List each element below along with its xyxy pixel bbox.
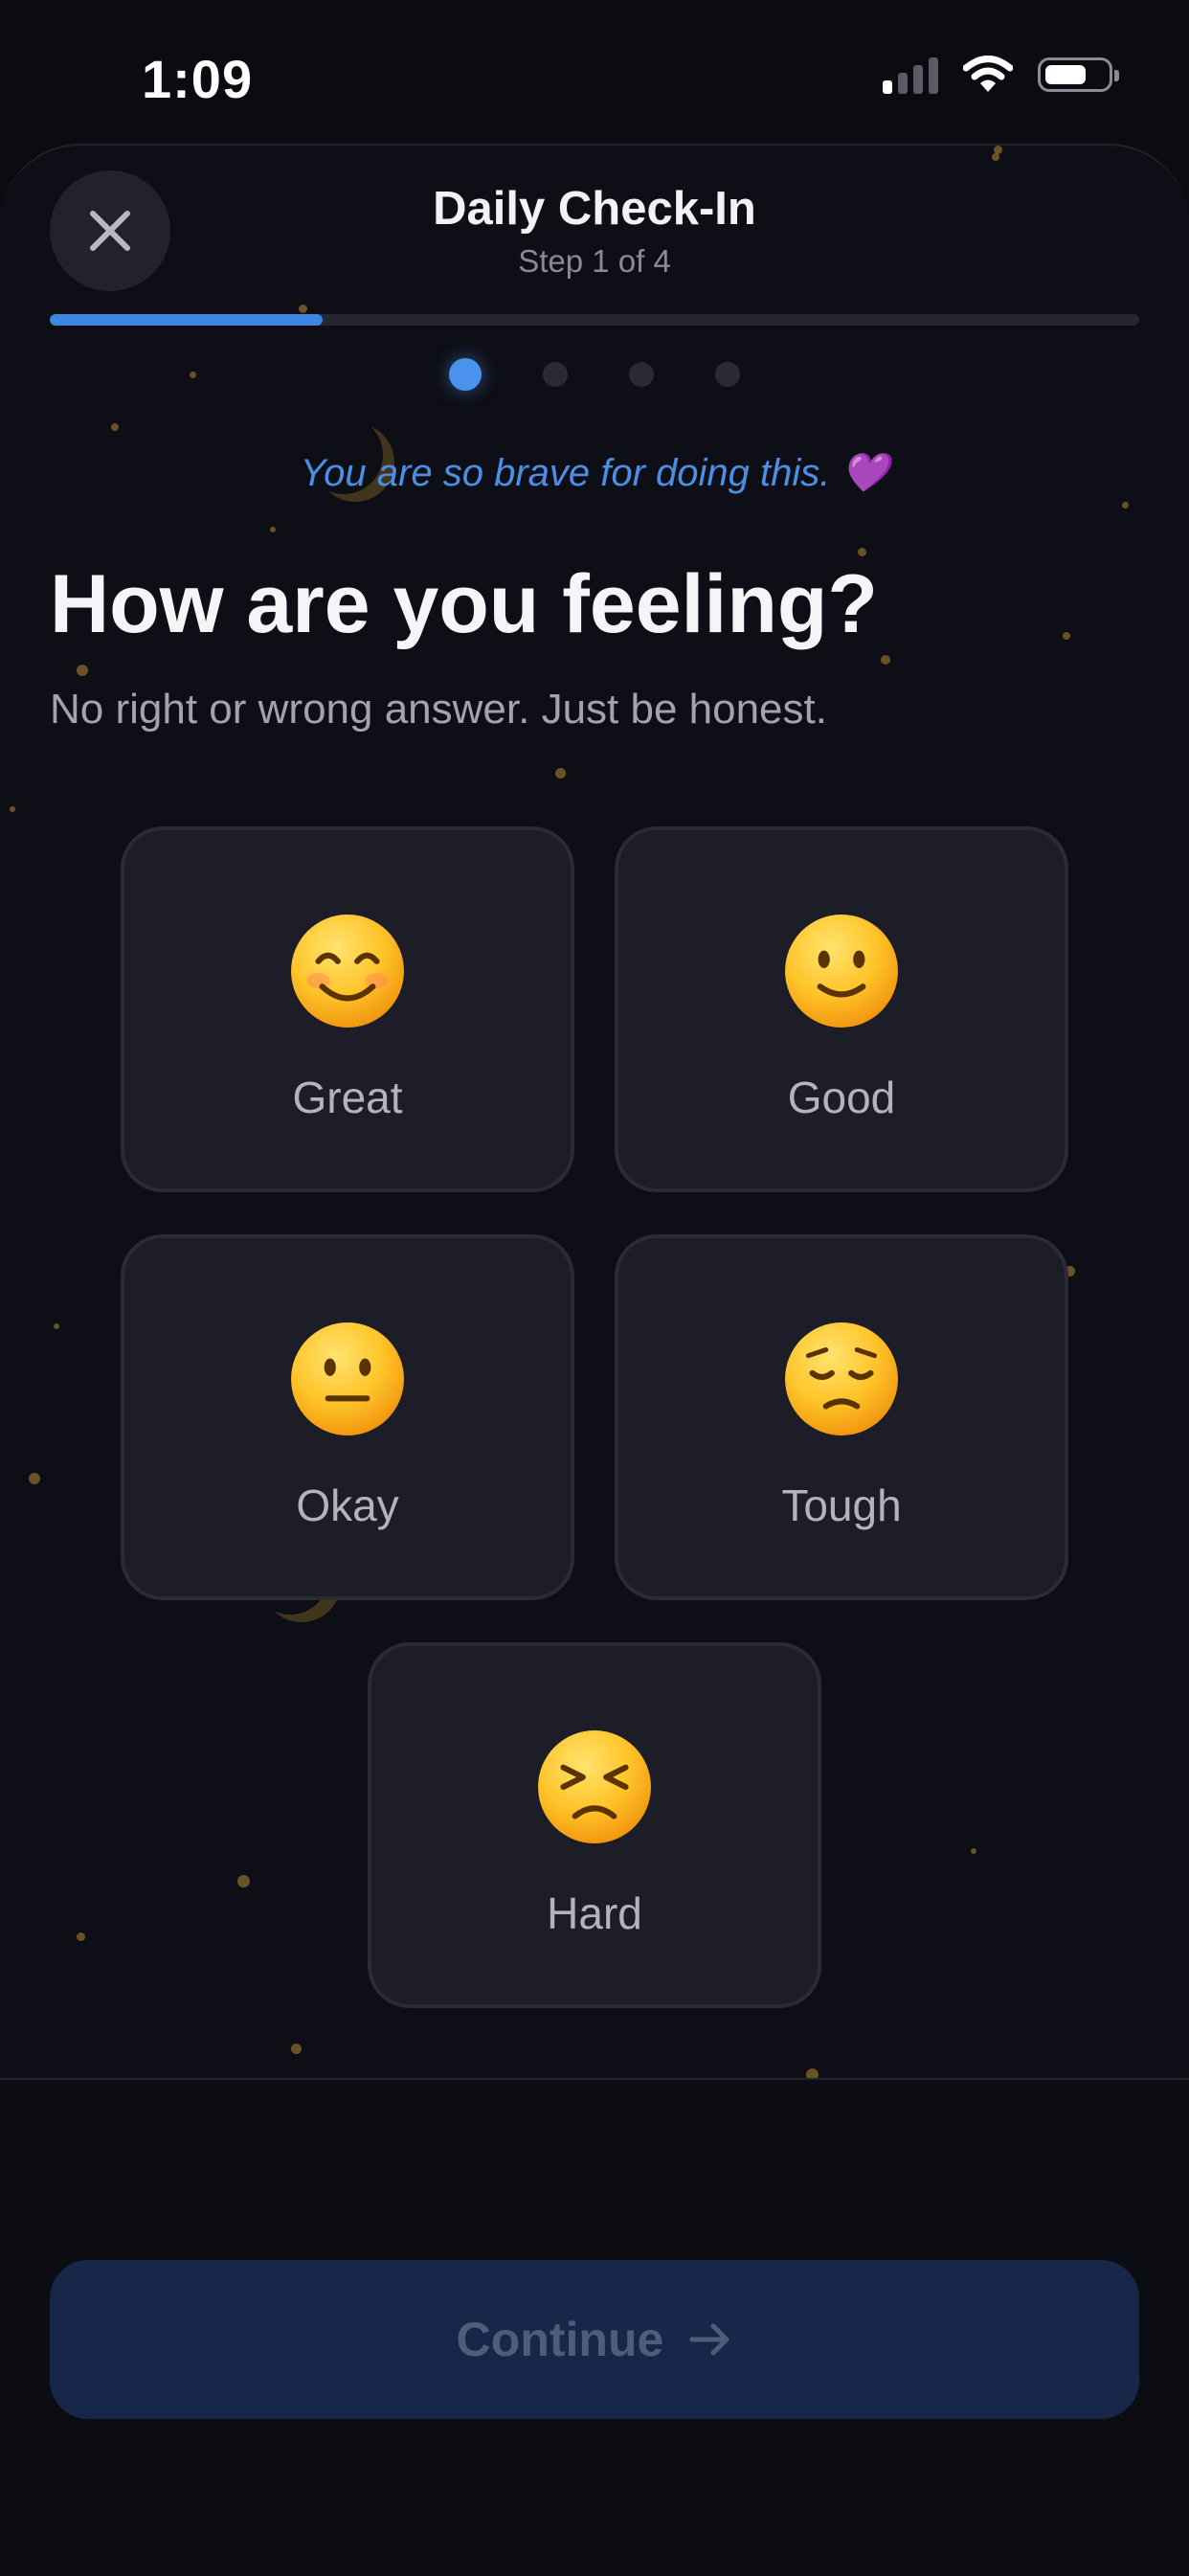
step-dot bbox=[715, 362, 740, 387]
mood-option-tough[interactable]: Tough bbox=[615, 1234, 1068, 1600]
star-decoration bbox=[270, 527, 276, 532]
star-decoration bbox=[555, 768, 566, 779]
cellular-signal-icon bbox=[883, 56, 938, 94]
wifi-icon bbox=[963, 56, 1013, 92]
slightly-smiling-face-icon bbox=[785, 915, 898, 1028]
step-dot bbox=[629, 362, 654, 387]
star-decoration bbox=[29, 1473, 40, 1484]
persevering-face-icon bbox=[538, 1730, 651, 1843]
star-decoration bbox=[1122, 502, 1129, 508]
mood-label: Okay bbox=[296, 1480, 399, 1530]
status-bar: 1:09 bbox=[0, 0, 1189, 144]
page-title: Daily Check-In bbox=[433, 183, 756, 235]
star-decoration bbox=[299, 305, 307, 313]
mood-label: Tough bbox=[781, 1480, 902, 1530]
continue-label: Continue bbox=[456, 2313, 664, 2366]
step-indicator-text: Step 1 of 4 bbox=[518, 243, 671, 279]
star-decoration bbox=[992, 153, 999, 161]
star-decoration bbox=[858, 548, 866, 556]
star-decoration bbox=[971, 1848, 976, 1854]
star-decoration bbox=[54, 1323, 59, 1329]
continue-button[interactable]: Continue bbox=[50, 2260, 1139, 2419]
star-decoration bbox=[10, 806, 15, 812]
star-decoration bbox=[77, 665, 88, 676]
pensive-face-icon bbox=[785, 1322, 898, 1435]
mood-label: Good bbox=[787, 1073, 896, 1122]
step-dots bbox=[0, 358, 1189, 391]
step-dot-active bbox=[449, 358, 482, 391]
smiling-face-with-smiling-eyes-icon bbox=[291, 915, 404, 1028]
progress-bar bbox=[50, 314, 1139, 326]
question-subtitle: No right or wrong answer. Just be honest… bbox=[50, 686, 827, 733]
star-decoration bbox=[111, 423, 119, 431]
star-decoration bbox=[881, 655, 890, 665]
status-time: 1:09 bbox=[142, 49, 254, 109]
progress-fill bbox=[50, 314, 323, 326]
mood-option-hard[interactable]: Hard bbox=[368, 1642, 821, 2008]
status-icons bbox=[883, 56, 1119, 94]
star-decoration bbox=[1063, 632, 1070, 640]
mood-option-okay[interactable]: Okay bbox=[121, 1234, 574, 1600]
mood-label: Hard bbox=[547, 1888, 642, 1938]
mood-label: Great bbox=[292, 1073, 403, 1122]
battery-icon bbox=[1038, 57, 1119, 92]
star-decoration bbox=[237, 1875, 250, 1887]
mood-option-great[interactable]: Great bbox=[121, 826, 574, 1192]
neutral-face-icon bbox=[291, 1322, 404, 1435]
encouragement-message: You are so brave for doing this. 💜 bbox=[300, 452, 889, 494]
question-title: How are you feeling? bbox=[50, 558, 878, 650]
step-dot bbox=[543, 362, 568, 387]
mood-option-good[interactable]: Good bbox=[615, 826, 1068, 1192]
arrow-right-icon bbox=[689, 2323, 729, 2356]
star-decoration bbox=[291, 2044, 302, 2054]
star-decoration bbox=[77, 1932, 85, 1941]
